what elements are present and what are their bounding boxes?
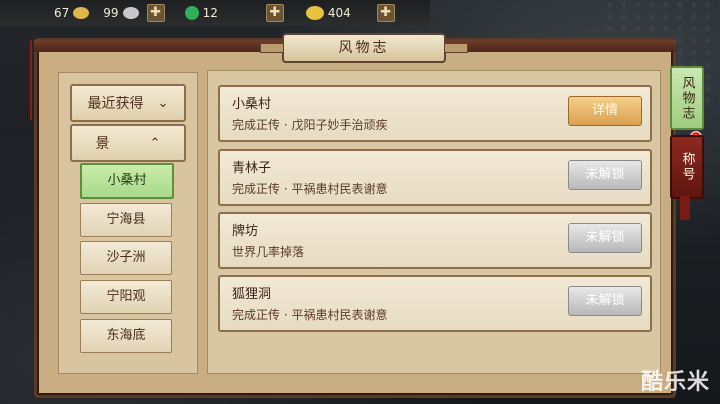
resource-silver-ingot: 99 ✚ <box>99 0 165 26</box>
silver-ingot-count: 99 <box>103 6 119 20</box>
jade-icon <box>184 6 199 20</box>
add-jade-slot: ✚ <box>258 0 284 26</box>
locked-button[interactable]: 未解锁 <box>568 160 642 190</box>
sidebar-item-ningyangguan[interactable]: 宁阳观 <box>80 280 172 314</box>
tab-title-rank[interactable]: 称号 <box>670 135 704 199</box>
locked-button[interactable]: 未解锁 <box>568 223 642 253</box>
entry-name: 牌坊 <box>232 224 259 239</box>
sidebar-item-shazizhou[interactable]: 沙子洲 <box>80 241 172 275</box>
recent-obtained-label: 最近获得 <box>87 96 144 112</box>
entry-description: 完成正传 · 戊阳子妙手治顽疾 <box>232 118 388 132</box>
chevron-down-icon: ⌄ <box>157 95 169 111</box>
resource-gold-ingot: 67 <box>50 0 90 26</box>
entry-description: 世界几率掉落 <box>232 245 305 259</box>
sidebar-item-xiaosangcun[interactable]: 小桑村 <box>80 163 174 199</box>
gold-ingot-icon <box>73 7 90 19</box>
category-scenery-label: 景 <box>95 136 110 152</box>
entry-description: 完成正传 · 平祸患村民表谢意 <box>232 308 388 322</box>
watermark-logo: 酷乐米 <box>640 370 710 395</box>
sidebar-item-ninghaixian[interactable]: 宁海县 <box>80 203 172 237</box>
sidebar-item-donghaidi[interactable]: 东海底 <box>80 319 172 353</box>
entry-name: 青林子 <box>232 161 272 176</box>
gold-coin-count: 404 <box>327 6 351 20</box>
gold-coin-icon <box>305 6 324 20</box>
list-item: 狐狸洞 完成正传 · 平祸患村民表谢意 未解锁 <box>218 275 652 332</box>
silver-ingot-icon <box>122 7 139 19</box>
resource-jade: 12 <box>184 0 218 26</box>
add-coin-button[interactable]: ✚ <box>376 4 395 22</box>
add-jade-button[interactable]: ✚ <box>265 4 284 22</box>
category-scenery-dropdown[interactable]: 景 ⌃ <box>70 124 186 162</box>
tab-tassel-decoration <box>680 196 690 220</box>
detail-button[interactable]: 详情 <box>568 96 642 126</box>
recent-obtained-dropdown[interactable]: 最近获得 ⌄ <box>70 84 186 122</box>
resource-bar: 67 99 ✚ 12 ✚ 404 ✚ <box>0 0 430 26</box>
entry-description: 完成正传 · 平祸患村民表谢意 <box>232 182 388 196</box>
list-item: 小桑村 完成正传 · 戊阳子妙手治顽疾 详情 <box>218 85 652 142</box>
entry-name: 狐狸洞 <box>232 287 272 302</box>
jade-count: 12 <box>202 6 218 20</box>
entry-name: 小桑村 <box>232 97 272 112</box>
locked-button[interactable]: 未解锁 <box>568 286 642 316</box>
page-title: 风物志 <box>260 33 468 63</box>
tab-fengwuzhi[interactable]: 风物志 <box>670 66 704 130</box>
left-tassel-decoration <box>30 40 42 120</box>
add-ingot-button[interactable]: ✚ <box>146 4 165 22</box>
list-item: 青林子 完成正传 · 平祸患村民表谢意 未解锁 <box>218 149 652 206</box>
gold-ingot-count: 67 <box>54 6 70 20</box>
chevron-up-icon: ⌃ <box>149 135 161 151</box>
resource-gold-coin: 404 ✚ <box>305 0 395 26</box>
list-item: 牌坊 世界几率掉落 未解锁 <box>218 212 652 269</box>
